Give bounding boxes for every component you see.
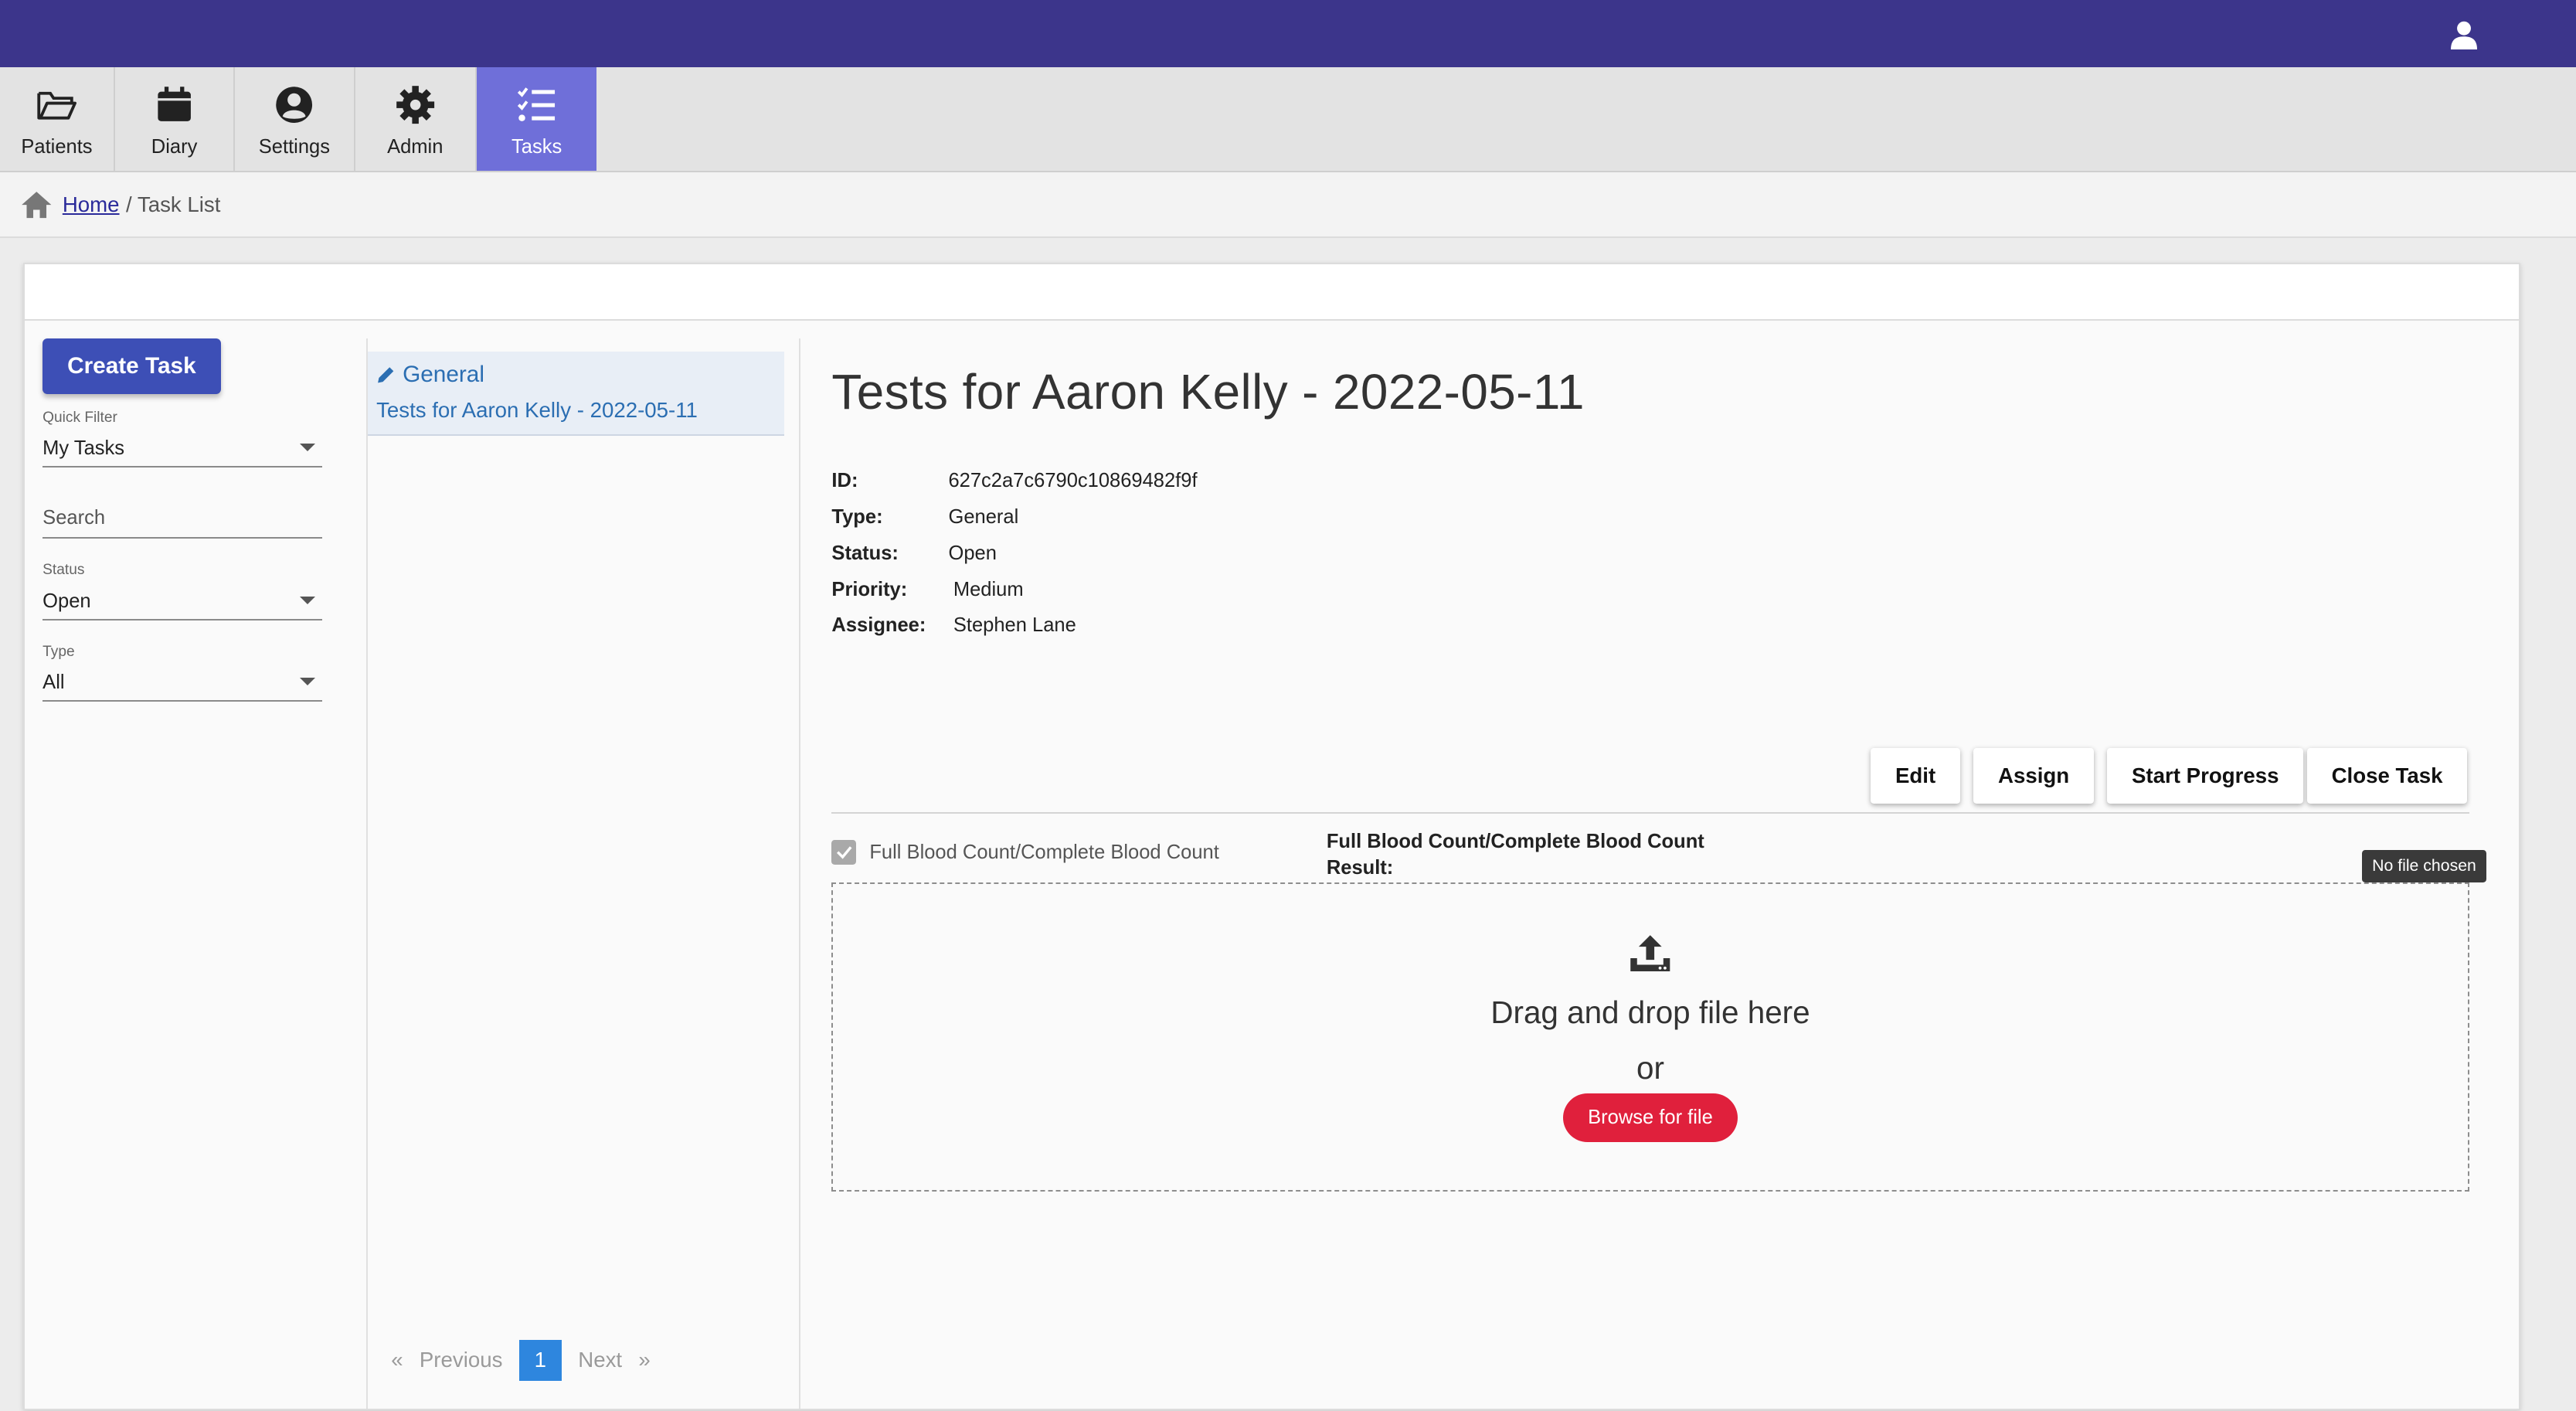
prop-key: ID: [831,470,858,492]
prop-value: Medium [953,578,1024,600]
user-circle-icon [276,87,313,123]
dropzone-or: or [1636,1050,1664,1086]
column-divider [366,338,369,1409]
calendar-icon [158,87,191,121]
nav-patients[interactable]: Patients [0,67,115,172]
column-divider [798,338,800,1409]
prop-value: Open [948,542,997,564]
nav-tasks[interactable]: Tasks [477,67,597,172]
prop-value: General [948,506,1019,529]
assign-button[interactable]: Assign [1973,747,2095,804]
nav-settings[interactable]: Settings [235,67,355,172]
upload-icon [1630,935,1670,972]
prop-key: Type: [831,506,883,529]
pencil-icon [378,367,394,383]
file-tooltip: No file chosen [2362,849,2486,882]
page-number-button[interactable]: 1 [518,1339,562,1382]
nav-label: Tasks [511,135,562,158]
type-value: All [42,672,65,694]
type-select[interactable]: Type All [42,644,322,702]
task-detail: Tests for Aaron Kelly - 2022-05-11 ID: 6… [831,363,2476,1192]
status-value: Open [42,590,91,612]
task-list-icon [517,87,556,121]
chevron-down-icon [300,444,316,451]
test-item: Full Blood Count/Complete Blood Count [831,840,1219,865]
task-panel: Create Task Quick Filter My Tasks Search… [22,263,2520,1411]
nav-label: Patients [21,135,93,158]
prop-assignee: Assignee: Stephen Lane [831,608,2476,644]
chevron-down-icon [300,678,316,685]
dropzone-text: Drag and drop file here [1490,994,1810,1030]
nav-admin[interactable]: Admin [355,67,477,172]
nav-label: Settings [258,135,330,158]
prop-key: Assignee: [831,614,926,637]
nav-label: Admin [387,135,443,158]
prop-type: Type: General [831,499,2476,536]
result-label-line: Full Blood Count/Complete Blood Count [1326,831,1704,853]
task-actions: Edit Assign Start Progress Close Task [1871,747,2468,804]
divider [831,811,2469,814]
prop-status: Status: Open [831,536,2476,572]
prop-value: Stephen Lane [953,614,1076,637]
task-list-item[interactable]: General Tests for Aaron Kelly - 2022-05-… [368,352,784,436]
prop-key: Priority: [831,578,908,600]
breadcrumb-home-link[interactable]: Home [63,192,120,217]
search-placeholder: Search [42,506,106,529]
prop-value: 627c2a7c6790c10869482f9f [948,470,1198,492]
nav-diary[interactable]: Diary [115,67,236,172]
edit-button[interactable]: Edit [1871,747,1961,804]
nav-label: Diary [151,135,198,158]
previous-link[interactable]: Previous [420,1348,503,1372]
result-label: Full Blood Count/Complete Blood Count Re… [1327,828,1704,881]
test-checkbox[interactable] [831,840,857,865]
start-progress-button[interactable]: Start Progress [2107,747,2304,804]
result-label-line: Result: [1326,857,1394,879]
breadcrumb-current: / Task List [126,192,221,216]
task-title: Tests for Aaron Kelly - 2022-05-11 [376,397,698,422]
quick-filter-label: Quick Filter [42,409,117,426]
filter-sidebar: Create Task Quick Filter My Tasks Search… [42,338,322,702]
check-icon [836,846,852,859]
quick-filter-value: My Tasks [42,437,125,459]
browse-file-button[interactable]: Browse for file [1563,1093,1738,1142]
quick-filter-select[interactable]: Quick Filter My Tasks [42,410,322,468]
folder-open-icon [37,91,76,120]
type-label: Type [42,643,75,660]
task-type-line: General [376,362,776,388]
search-input[interactable]: Search [42,501,322,539]
prop-priority: Priority: Medium [831,572,2476,608]
chevron-down-icon [300,596,316,604]
home-icon [21,191,51,218]
next-link[interactable]: Next [578,1348,622,1372]
gear-icon [396,86,434,124]
task-properties: ID: 627c2a7c6790c10869482f9f Type: Gener… [831,463,2476,644]
task-detail-title: Tests for Aaron Kelly - 2022-05-11 [831,364,1585,420]
next-arrow[interactable]: » [638,1348,650,1372]
create-task-button[interactable]: Create Task [42,338,221,395]
prop-id: ID: 627c2a7c6790c10869482f9f [831,463,2476,499]
test-item-label: Full Blood Count/Complete Blood Count [869,841,1219,863]
user-icon[interactable] [2451,20,2478,49]
prev-arrow[interactable]: « [391,1348,403,1372]
task-list: General Tests for Aaron Kelly - 2022-05-… [368,352,784,436]
file-dropzone[interactable]: Drag and drop file here or Browse for fi… [831,882,2469,1192]
main-nav: Patients Diary Settings Admin Tasks [0,67,2576,173]
breadcrumb: Home / Task List [0,172,2576,239]
panel-header [24,264,2519,321]
status-label: Status [42,562,85,579]
top-bar [0,0,2576,68]
prop-key: Status: [831,542,899,564]
close-task-button[interactable]: Close Task [2306,747,2468,804]
status-select[interactable]: Status Open [42,562,322,620]
pagination: « Previous 1 Next » [391,1339,667,1382]
task-type: General [403,361,484,387]
